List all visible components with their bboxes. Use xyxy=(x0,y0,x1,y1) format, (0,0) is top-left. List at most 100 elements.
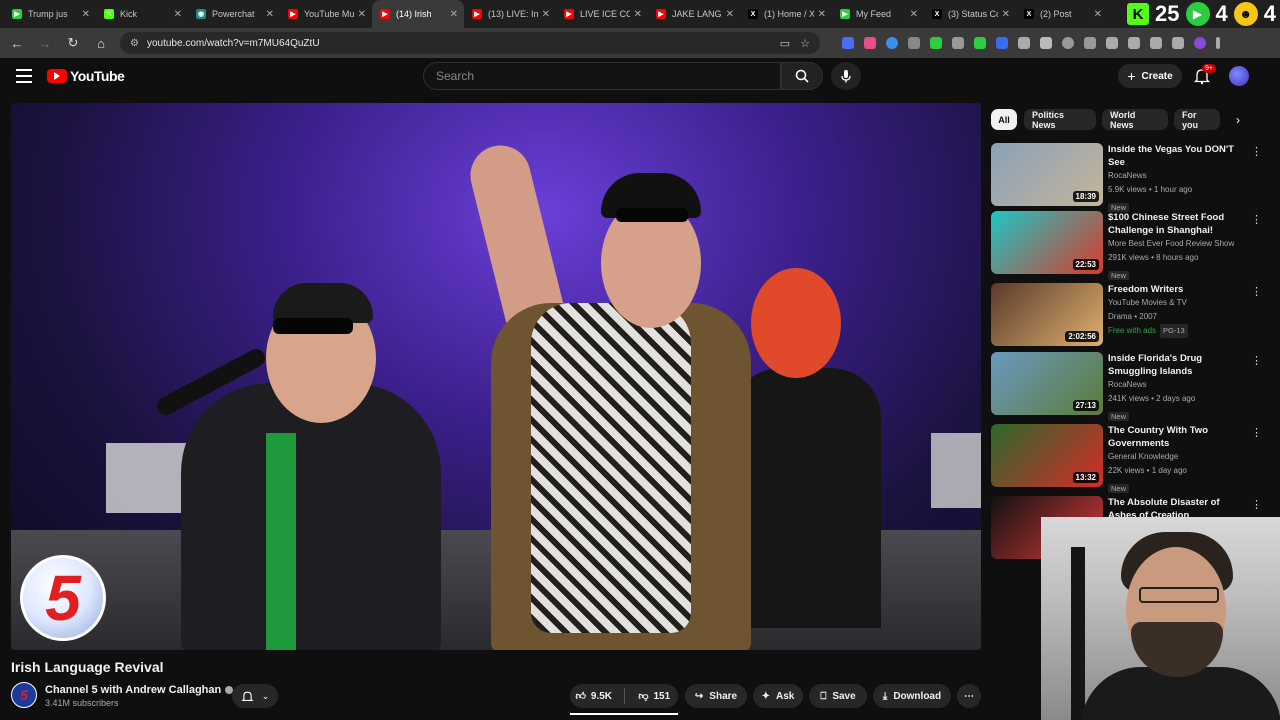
tab-close-icon[interactable]: ✕ xyxy=(634,9,642,20)
browser-tab[interactable]: X (1) Home / X ✕ xyxy=(740,0,832,28)
cast-icon[interactable]: ▭ xyxy=(780,37,790,50)
devtools-icon[interactable] xyxy=(1106,37,1118,49)
recommendation-item[interactable]: 2:02:56 Freedom Writers YouTube Movies & T… xyxy=(991,283,1262,347)
search-input[interactable]: Search xyxy=(423,62,781,90)
more-vertical-icon[interactable]: ⋮ xyxy=(1251,213,1262,226)
browser-tab[interactable]: ▶ (14) Irish ✕ xyxy=(372,0,464,28)
url-field[interactable]: ⚙ youtube.com/watch?v=m7MU64QuZtU ▭ ☆ xyxy=(120,32,820,54)
browser-tab[interactable]: ▶ My Feed ✕ xyxy=(832,0,924,28)
more-vertical-icon[interactable]: ⋮ xyxy=(1251,354,1262,367)
extension-icon[interactable] xyxy=(996,37,1008,49)
browser-menu-icon[interactable] xyxy=(1216,37,1220,49)
channel-name[interactable]: Channel 5 with Andrew Callaghan xyxy=(45,684,234,696)
extension-icon[interactable] xyxy=(864,37,876,49)
account-avatar[interactable] xyxy=(1229,66,1249,86)
browser-tab[interactable]: ▶ YouTube Mu ✕ xyxy=(280,0,372,28)
search-button[interactable] xyxy=(781,62,823,90)
recommendation-item[interactable]: 18:39 Inside the Vegas You DON'T See RocaN… xyxy=(991,143,1262,212)
video-thumbnail[interactable]: 22:53 xyxy=(991,211,1103,274)
tab-close-icon[interactable]: ✕ xyxy=(358,9,366,20)
video-thumbnail[interactable]: 2:02:56 xyxy=(991,283,1103,346)
extension-icon[interactable] xyxy=(886,37,898,49)
browser-tab[interactable]: ▶ LIVE ICE COU ✕ xyxy=(556,0,648,28)
chevron-right-icon[interactable]: › xyxy=(1236,113,1240,127)
share-button[interactable]: ↪ Share xyxy=(685,684,747,708)
extension-icon[interactable] xyxy=(1018,37,1030,49)
dislike-button[interactable]: 👎︎ 151 xyxy=(631,684,679,708)
extension-icon[interactable] xyxy=(952,37,964,49)
tab-close-icon[interactable]: ✕ xyxy=(82,9,90,20)
browser-tab[interactable]: ▶ (13) LIVE: Ind ✕ xyxy=(464,0,556,28)
recommendation-title[interactable]: $100 Chinese Street Food Challenge in Sh… xyxy=(1108,211,1248,237)
site-info-icon[interactable]: ⚙ xyxy=(130,38,139,49)
more-actions-button[interactable]: ⋯ xyxy=(957,684,981,708)
recommendation-channel[interactable]: General Knowledge xyxy=(1108,450,1248,464)
tab-close-icon[interactable]: ✕ xyxy=(818,9,826,20)
recommendation-channel[interactable]: YouTube Movies & TV xyxy=(1108,296,1248,310)
extension-icon[interactable] xyxy=(1084,37,1096,49)
home-icon[interactable]: ⌂ xyxy=(92,36,110,51)
recommendation-title[interactable]: Inside the Vegas You DON'T See xyxy=(1108,143,1248,169)
tab-close-icon[interactable]: ✕ xyxy=(910,9,918,20)
history-icon[interactable] xyxy=(1062,37,1074,49)
tab-close-icon[interactable]: ✕ xyxy=(726,9,734,20)
video-thumbnail[interactable]: 13:32 xyxy=(991,424,1103,487)
voice-search-button[interactable] xyxy=(831,62,861,90)
recommendation-channel[interactable]: RocaNews xyxy=(1108,169,1248,183)
browser-tab[interactable]: ◉ Powerchat ✕ xyxy=(188,0,280,28)
recommendation-item[interactable]: 13:32 The Country With Two Governments Gen… xyxy=(991,424,1262,493)
more-vertical-icon[interactable]: ⋮ xyxy=(1251,426,1262,439)
browser-tab[interactable]: ▶ Trump jus ✕ xyxy=(4,0,96,28)
recommendation-title[interactable]: The Country With Two Governments xyxy=(1108,424,1248,450)
recommendation-title[interactable]: Freedom Writers xyxy=(1108,283,1248,296)
subscription-notifications-button[interactable]: ⌄ xyxy=(232,684,278,708)
recommendation-item[interactable]: 27:13 Inside Florida's Drug Smuggling Isl… xyxy=(991,352,1262,421)
webcam-overlay xyxy=(1041,517,1280,720)
channel-name-text: Channel 5 with Andrew Callaghan xyxy=(45,684,222,696)
extension-icon[interactable] xyxy=(930,37,942,49)
recommendation-title[interactable]: Inside Florida's Drug Smuggling Islands xyxy=(1108,352,1248,378)
back-icon[interactable]: ← xyxy=(8,36,26,51)
create-button[interactable]: + Create xyxy=(1118,64,1182,88)
reload-icon[interactable]: ↻ xyxy=(64,35,82,51)
download-button[interactable]: ⤓ Download xyxy=(873,684,951,708)
filter-chip[interactable]: Politics News xyxy=(1024,109,1096,130)
browser-tab[interactable]: ▶ JAKE LANG 2 ✕ xyxy=(648,0,740,28)
recommendation-channel[interactable]: RocaNews xyxy=(1108,378,1248,392)
youtube-logo[interactable]: YouTube xyxy=(47,68,125,84)
browser-tab[interactable]: K Kick ✕ xyxy=(96,0,188,28)
downloads-icon[interactable] xyxy=(1172,37,1184,49)
more-vertical-icon[interactable]: ⋮ xyxy=(1251,145,1262,158)
filter-chip[interactable]: For you xyxy=(1174,109,1220,130)
puzzle-icon[interactable] xyxy=(1040,37,1052,49)
extension-icon[interactable] xyxy=(908,37,920,49)
filter-chip[interactable]: All xyxy=(991,109,1017,130)
ask-button[interactable]: ✦ Ask xyxy=(753,684,803,708)
extension-icon[interactable] xyxy=(1150,37,1162,49)
recommendation-channel[interactable]: More Best Ever Food Review Show xyxy=(1108,237,1248,251)
extension-icon[interactable] xyxy=(842,37,854,49)
tab-close-icon[interactable]: ✕ xyxy=(542,9,550,20)
bookmark-star-icon[interactable]: ☆ xyxy=(800,37,810,50)
profile-icon[interactable] xyxy=(1194,37,1206,49)
recommendation-item[interactable]: 22:53 $100 Chinese Street Food Challenge … xyxy=(991,211,1262,280)
video-thumbnail[interactable]: 27:13 xyxy=(991,352,1103,415)
tab-close-icon[interactable]: ✕ xyxy=(174,9,182,20)
extension-icon[interactable] xyxy=(974,37,986,49)
divider xyxy=(623,688,625,704)
hamburger-menu-icon[interactable] xyxy=(16,69,32,83)
browser-tab[interactable]: X (3) Status Co ✕ xyxy=(924,0,1016,28)
more-vertical-icon[interactable]: ⋮ xyxy=(1251,498,1262,511)
channel-avatar[interactable]: 5 xyxy=(11,682,37,708)
video-thumbnail[interactable]: 18:39 xyxy=(991,143,1103,206)
like-button[interactable]: 👍︎ 9.5K xyxy=(570,684,618,708)
save-button[interactable]: ⎕ Save xyxy=(809,684,867,708)
video-player[interactable]: 5 xyxy=(11,103,981,650)
sidebar-icon[interactable] xyxy=(1128,37,1140,49)
forward-icon[interactable]: → xyxy=(36,36,54,51)
more-vertical-icon[interactable]: ⋮ xyxy=(1251,285,1262,298)
tab-close-icon[interactable]: ✕ xyxy=(450,9,458,20)
tab-close-icon[interactable]: ✕ xyxy=(266,9,274,20)
filter-chip[interactable]: World News xyxy=(1102,109,1168,130)
tab-close-icon[interactable]: ✕ xyxy=(1002,9,1010,20)
